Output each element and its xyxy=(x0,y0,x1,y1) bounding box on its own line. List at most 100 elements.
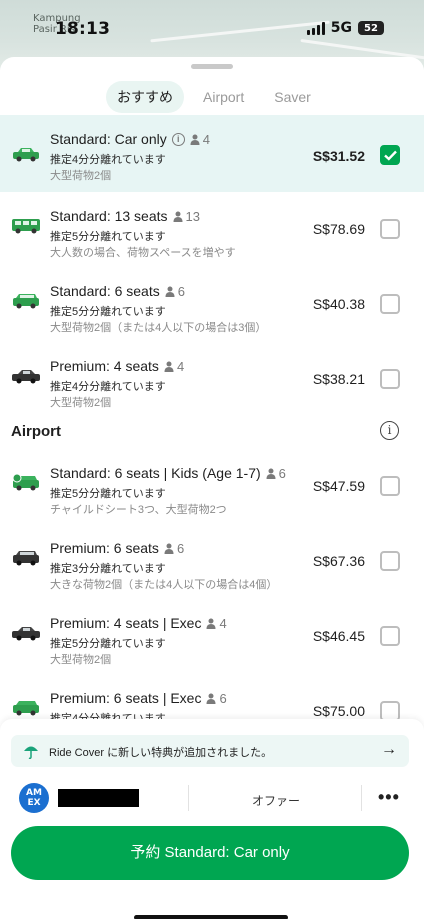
passenger-count: 6 xyxy=(165,284,185,299)
ride-cover-banner[interactable]: Ride Cover に新しい特典が追加されました。 → xyxy=(11,735,409,767)
ride-luggage-note: 大きな荷物2個（または4人以下の場合は4個） xyxy=(50,579,278,591)
ride-name-line: Standard: 6 seats 6 xyxy=(50,283,185,299)
ride-name-line: Premium: 4 seats 4 xyxy=(50,358,184,374)
premium-sedan-icon xyxy=(12,370,40,384)
ride-price: S$67.36 xyxy=(312,553,365,569)
ride-name: Standard: 6 seats | Kids (Age 1-7) xyxy=(50,465,261,481)
ride-option-premium-6-seats[interactable]: Premium: 6 seats 6 推定3分分離れています 大きな荷物2個（ま… xyxy=(0,524,424,599)
ride-name-line: Premium: 6 seats 6 xyxy=(50,540,184,556)
passenger-count-value: 13 xyxy=(185,208,200,224)
exec-mpv-icon xyxy=(13,701,39,716)
person-icon xyxy=(164,361,174,372)
passenger-count: 4 xyxy=(164,359,184,374)
bus-icon xyxy=(12,219,40,234)
ride-name: Premium: 6 seats | Exec xyxy=(50,690,202,706)
status-icons: 5G 52 xyxy=(306,20,384,36)
ride-price: S$47.59 xyxy=(312,478,365,494)
more-options-icon[interactable]: ••• xyxy=(378,787,400,808)
ride-eta: 推定5分分離れています xyxy=(50,306,166,318)
person-icon xyxy=(164,543,174,554)
ride-checkbox[interactable] xyxy=(380,551,400,571)
ride-eta: 推定5分分離れています xyxy=(50,638,166,650)
ride-name: Premium: 6 seats xyxy=(50,540,159,556)
ride-price: S$46.45 xyxy=(312,628,365,644)
ride-name-line: Standard: Car only i 4 xyxy=(50,131,210,147)
ride-price: S$38.21 xyxy=(312,371,365,387)
ride-checkbox[interactable] xyxy=(380,701,400,721)
ride-price: S$75.00 xyxy=(312,703,365,719)
passenger-count-value: 4 xyxy=(219,615,227,631)
ride-checkbox[interactable] xyxy=(380,219,400,239)
ride-luggage-note: 大型荷物2個 xyxy=(50,654,112,666)
tab-saver[interactable]: Saver xyxy=(263,81,322,113)
sheet-drag-handle[interactable] xyxy=(191,64,233,69)
passenger-count-value: 6 xyxy=(219,690,227,706)
ride-name-line: Standard: 13 seats 13 xyxy=(50,208,200,224)
offer-button[interactable]: オファー xyxy=(252,792,300,809)
arrow-right-icon[interactable]: → xyxy=(381,741,397,759)
ride-cover-text: Ride Cover に新しい特典が追加されました。 xyxy=(49,747,273,759)
ride-option-standard-6-seats[interactable]: Standard: 6 seats 6 推定5分分離れています 大型荷物2個（ま… xyxy=(0,267,424,342)
ride-checkbox[interactable] xyxy=(380,369,400,389)
kids-car-icon xyxy=(12,474,39,491)
check-icon xyxy=(384,150,397,161)
signal-icon xyxy=(306,21,325,35)
passenger-count: 6 xyxy=(266,466,286,481)
divider xyxy=(188,785,189,811)
sedan-icon xyxy=(13,148,39,162)
ride-option-standard-car-only[interactable]: Standard: Car only i 4 推定4分分離れています 大型荷物2… xyxy=(0,115,424,192)
ride-list: Standard: Car only i 4 推定4分分離れています 大型荷物2… xyxy=(0,115,424,749)
ride-checkbox[interactable] xyxy=(380,476,400,496)
passenger-count: 4 xyxy=(190,132,210,147)
info-icon[interactable]: i xyxy=(171,132,185,146)
ride-name: Standard: 13 seats xyxy=(50,208,168,224)
ride-eta: 推定5分分離れています xyxy=(50,488,166,500)
amex-logo-line2: EX xyxy=(27,798,41,808)
premium-mpv-icon xyxy=(13,551,39,566)
tab-airport[interactable]: Airport xyxy=(192,81,255,113)
tab-recommended[interactable]: おすすめ xyxy=(106,81,184,113)
ride-luggage-note: 大型荷物2個（または4人以下の場合は3個） xyxy=(50,322,267,334)
ride-option-premium-4-seats-exec[interactable]: Premium: 4 seats | Exec 4 推定5分分離れています 大型… xyxy=(0,599,424,674)
divider xyxy=(361,785,362,811)
ride-luggage-note: 大人数の場合、荷物スペースを増やす xyxy=(50,247,236,259)
person-icon xyxy=(190,134,200,145)
redacted-card-number xyxy=(58,789,139,807)
ride-name-line: Premium: 6 seats | Exec 6 xyxy=(50,690,227,706)
ride-checkbox[interactable] xyxy=(380,626,400,646)
info-icon[interactable]: i xyxy=(380,421,399,440)
amex-logo-line1: AM xyxy=(26,788,42,798)
book-button[interactable]: 予約 Standard: Car only xyxy=(11,826,409,880)
ride-luggage-note: チャイルドシート3つ、大型荷物2つ xyxy=(50,504,227,516)
section-title: Airport xyxy=(11,423,61,440)
ride-checkbox-checked[interactable] xyxy=(380,145,400,165)
ride-name-line: Standard: 6 seats | Kids (Age 1-7) 6 xyxy=(50,465,286,481)
ride-eta: 推定5分分離れています xyxy=(50,231,166,243)
passenger-count-value: 4 xyxy=(176,358,185,374)
ride-option-premium-4-seats[interactable]: Premium: 4 seats 4 推定4分分離れています 大型荷物2個 S$… xyxy=(0,342,424,417)
amex-card-icon[interactable]: AM EX xyxy=(19,783,49,813)
exec-sedan-icon xyxy=(12,627,40,641)
ride-checkbox[interactable] xyxy=(380,294,400,314)
airport-section-header: Airport i xyxy=(0,417,424,449)
passenger-count: 13 xyxy=(173,209,200,224)
person-icon xyxy=(206,693,216,704)
person-icon xyxy=(165,286,175,297)
ride-name: Premium: 4 seats xyxy=(50,358,159,374)
ride-eta: 推定3分分離れています xyxy=(50,563,166,575)
ride-name: Standard: Car only xyxy=(50,131,167,147)
booking-panel: Ride Cover に新しい特典が追加されました。 → AM EX オファー … xyxy=(0,719,424,919)
passenger-count-value: 6 xyxy=(176,540,185,556)
ride-option-standard-13-seats[interactable]: Standard: 13 seats 13 推定5分分離れています 大人数の場合… xyxy=(0,192,424,267)
ride-price: S$78.69 xyxy=(312,221,365,237)
passenger-count: 6 xyxy=(164,541,184,556)
category-tabs: おすすめ Airport Saver xyxy=(106,81,322,113)
ride-price: S$31.52 xyxy=(312,148,365,164)
passenger-count-value: 6 xyxy=(278,465,286,481)
ride-luggage-note: 大型荷物2個 xyxy=(50,397,112,409)
passenger-count-value: 6 xyxy=(177,283,185,299)
mpv-icon xyxy=(13,294,39,309)
passenger-count-value: 4 xyxy=(202,131,210,147)
ride-option-standard-6-seats-kids[interactable]: Standard: 6 seats | Kids (Age 1-7) 6 推定5… xyxy=(0,449,424,524)
ride-name-line: Premium: 4 seats | Exec 4 xyxy=(50,615,227,631)
